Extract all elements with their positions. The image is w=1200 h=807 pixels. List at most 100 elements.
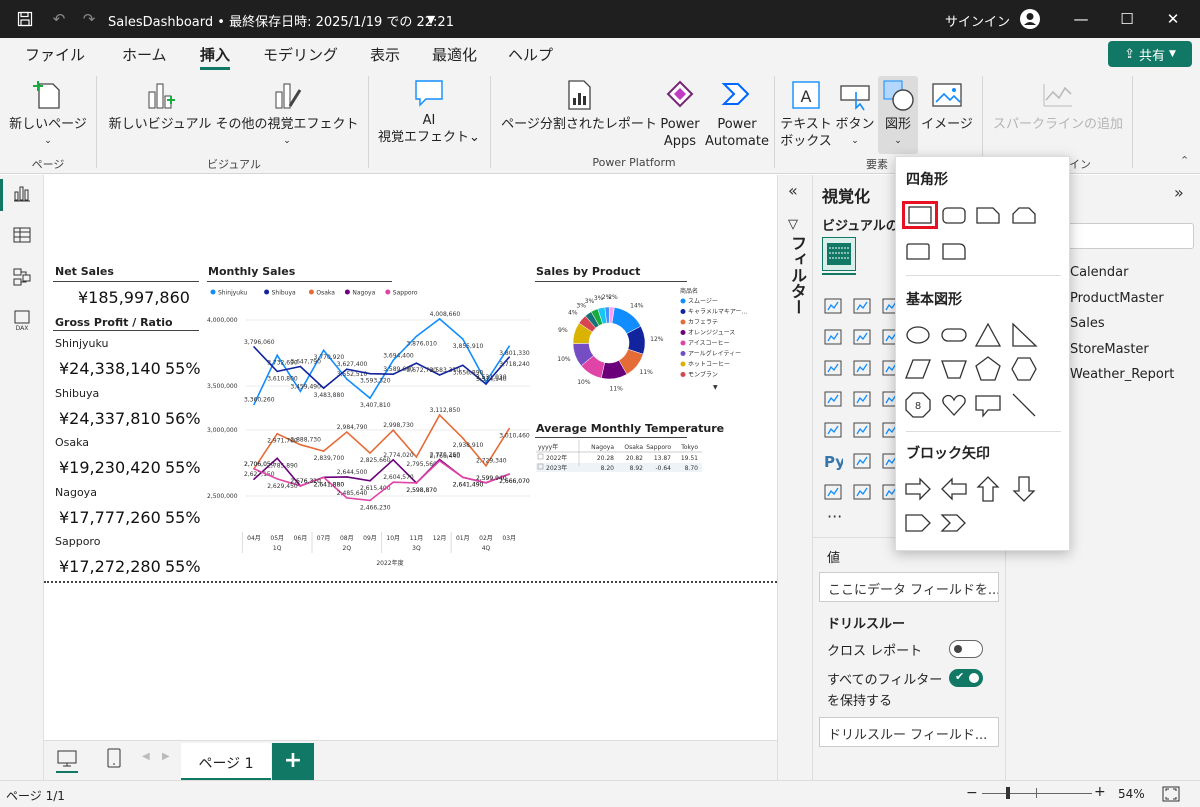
shape-hexagon[interactable] (1010, 355, 1038, 383)
buttons-button[interactable]: ボタン ⌄ (834, 78, 876, 150)
fit-to-page-icon[interactable] (1162, 786, 1180, 806)
shape-snip-top-rectangle[interactable] (1010, 201, 1038, 229)
next-page-icon[interactable]: ▶ (162, 751, 170, 762)
paginated-visual-icon[interactable] (823, 482, 843, 502)
add-page-button[interactable]: + (272, 743, 314, 781)
data-table-item[interactable]: Weather_Report (1070, 367, 1174, 382)
tab-view[interactable]: 表示 (370, 44, 400, 65)
data-table-item[interactable]: Calendar (1070, 265, 1128, 280)
globe-icon[interactable] (852, 389, 872, 409)
shape-rectangle[interactable] (902, 201, 938, 229)
temperature-table[interactable]: yyyy年 Nagoya Osaka Sapporo Tokyo 2022年 20.28 20… (534, 440, 704, 490)
keep-filters-toggle[interactable]: ✔ (949, 669, 983, 687)
mobile-layout-icon[interactable] (106, 747, 122, 773)
undo-icon[interactable]: ↶ (48, 8, 70, 30)
ribbon-chart-icon[interactable] (823, 358, 843, 378)
shape-pill[interactable] (940, 321, 968, 349)
waterfall-chart-icon[interactable] (852, 358, 872, 378)
collapse-ribbon-icon[interactable]: ⌃ (1180, 154, 1189, 167)
shape-rect-rounded-top[interactable] (904, 237, 932, 265)
report-canvas[interactable]: Net Sales ¥185,997,860 Gross Profit / Ra… (44, 175, 777, 740)
chevron-down-icon[interactable]: ▼ (420, 8, 442, 30)
zoom-out-icon[interactable]: − (966, 785, 978, 801)
power-automate-button[interactable]: Power Automate (704, 78, 770, 150)
data-table-item[interactable]: StoreMaster (1070, 342, 1149, 357)
values-field-well[interactable]: ここにデータ フィールドを... (819, 572, 999, 602)
decomposition-tree-icon[interactable] (852, 451, 872, 471)
drillthrough-field-well[interactable]: ドリルスルー フィールド... (819, 717, 999, 747)
area-chart-icon[interactable] (852, 327, 872, 347)
tab-help[interactable]: ヘルプ (508, 44, 553, 65)
model-view-icon[interactable] (12, 267, 32, 291)
monthly-sales-chart[interactable]: Shinjyuku Shibuya Osaka Nagoya Sapporo 4,000,… (204, 285, 534, 577)
textbox-button[interactable]: A テキスト ボックス (778, 78, 834, 150)
kpi-icon[interactable] (852, 420, 872, 440)
sparklines-button[interactable]: スパークラインの追加 (988, 78, 1128, 133)
stacked-column-chart-icon[interactable] (852, 296, 872, 316)
shape-snip-corner-rectangle[interactable] (974, 201, 1002, 229)
shape-arrow-up[interactable] (974, 475, 1002, 503)
shape-pentagon-arrow[interactable] (904, 509, 932, 537)
shapes-button[interactable]: 図形 ⌄ (878, 76, 918, 154)
shape-line[interactable] (1010, 391, 1038, 419)
dax-query-view-icon[interactable]: DAX (12, 309, 32, 335)
tab-optimize[interactable]: 最適化 (432, 44, 477, 65)
save-icon[interactable] (14, 8, 36, 30)
shape-arrow-down[interactable] (1010, 475, 1038, 503)
shape-pentagon[interactable] (974, 355, 1002, 383)
close-icon[interactable]: ✕ (1162, 8, 1184, 30)
shape-oval[interactable] (904, 321, 932, 349)
power-apps-button[interactable]: Power Apps (658, 78, 702, 150)
shape-octagon[interactable]: 8 (904, 391, 932, 419)
filter-pane-label[interactable]: フィルター (785, 235, 809, 315)
tab-home[interactable]: ホーム (122, 44, 167, 65)
more-visuals-icon[interactable]: ··· (827, 507, 842, 526)
table-view-icon[interactable] (12, 225, 32, 249)
stacked-bar-chart-icon[interactable] (823, 296, 843, 316)
shape-chevron[interactable] (940, 509, 968, 537)
tab-insert[interactable]: 挿入 (200, 44, 231, 70)
more-visuals-button[interactable]: その他の視覚エフェクト ⌄ (214, 78, 360, 150)
report-view-icon[interactable] (12, 183, 32, 207)
line-chart-icon[interactable] (823, 327, 843, 347)
zoom-slider-thumb[interactable] (1006, 787, 1010, 799)
data-table-item[interactable]: ProductMaster (1070, 291, 1164, 306)
prev-page-icon[interactable]: ◀ (142, 751, 150, 762)
shape-triangle[interactable] (974, 321, 1002, 349)
map-icon[interactable] (823, 389, 843, 409)
zoom-slider[interactable] (982, 793, 1092, 794)
expand-icon[interactable]: » (1174, 183, 1184, 202)
shape-heart[interactable] (940, 391, 968, 419)
avatar[interactable] (1020, 9, 1040, 29)
cross-report-toggle[interactable] (949, 640, 983, 658)
shape-parallelogram[interactable] (904, 355, 932, 383)
build-visual-tab[interactable] (822, 237, 856, 271)
maximize-icon[interactable]: ☐ (1116, 8, 1138, 30)
shape-rounded-rectangle[interactable] (940, 201, 968, 229)
page-tab[interactable]: ページ 1 (181, 743, 271, 781)
shape-callout[interactable] (974, 391, 1002, 419)
shape-trapezoid[interactable] (940, 355, 968, 383)
sign-in-link[interactable]: サインイン (945, 11, 1010, 30)
new-page-button[interactable]: 新しいページ ⌄ (8, 78, 88, 150)
sales-by-product-chart[interactable]: 14%12%11%11%10%10%9%4%3%3% 3%2%2%商品名スムージー… (538, 283, 773, 403)
tab-modeling[interactable]: モデリング (263, 44, 338, 65)
share-button[interactable]: ⇪ 共有 ▼ (1108, 41, 1192, 67)
shape-arrow-left[interactable] (940, 475, 968, 503)
filter-pane[interactable]: « ▽ フィルター (777, 175, 812, 780)
new-visual-button[interactable]: 新しいビジュアル (108, 78, 212, 133)
collapse-icon[interactable]: « (788, 181, 798, 200)
image-button[interactable]: イメージ (918, 78, 976, 133)
zoom-in-icon[interactable]: + (1094, 784, 1106, 800)
shape-arrow-right[interactable] (904, 475, 932, 503)
shape-right-triangle[interactable] (1010, 321, 1038, 349)
power-automate-visual-icon[interactable] (852, 482, 872, 502)
multi-row-card-icon[interactable] (823, 420, 843, 440)
redo-icon[interactable]: ↷ (78, 8, 100, 30)
tab-file[interactable]: ファイル (25, 44, 85, 65)
data-table-item[interactable]: Sales (1070, 316, 1105, 331)
desktop-layout-icon[interactable] (56, 749, 78, 773)
ai-visuals-button[interactable]: AI 視覚エフェクト⌄ (374, 78, 484, 146)
shape-rect-rounded-corner[interactable] (940, 237, 968, 265)
python-visual-icon[interactable]: Py (823, 451, 845, 471)
